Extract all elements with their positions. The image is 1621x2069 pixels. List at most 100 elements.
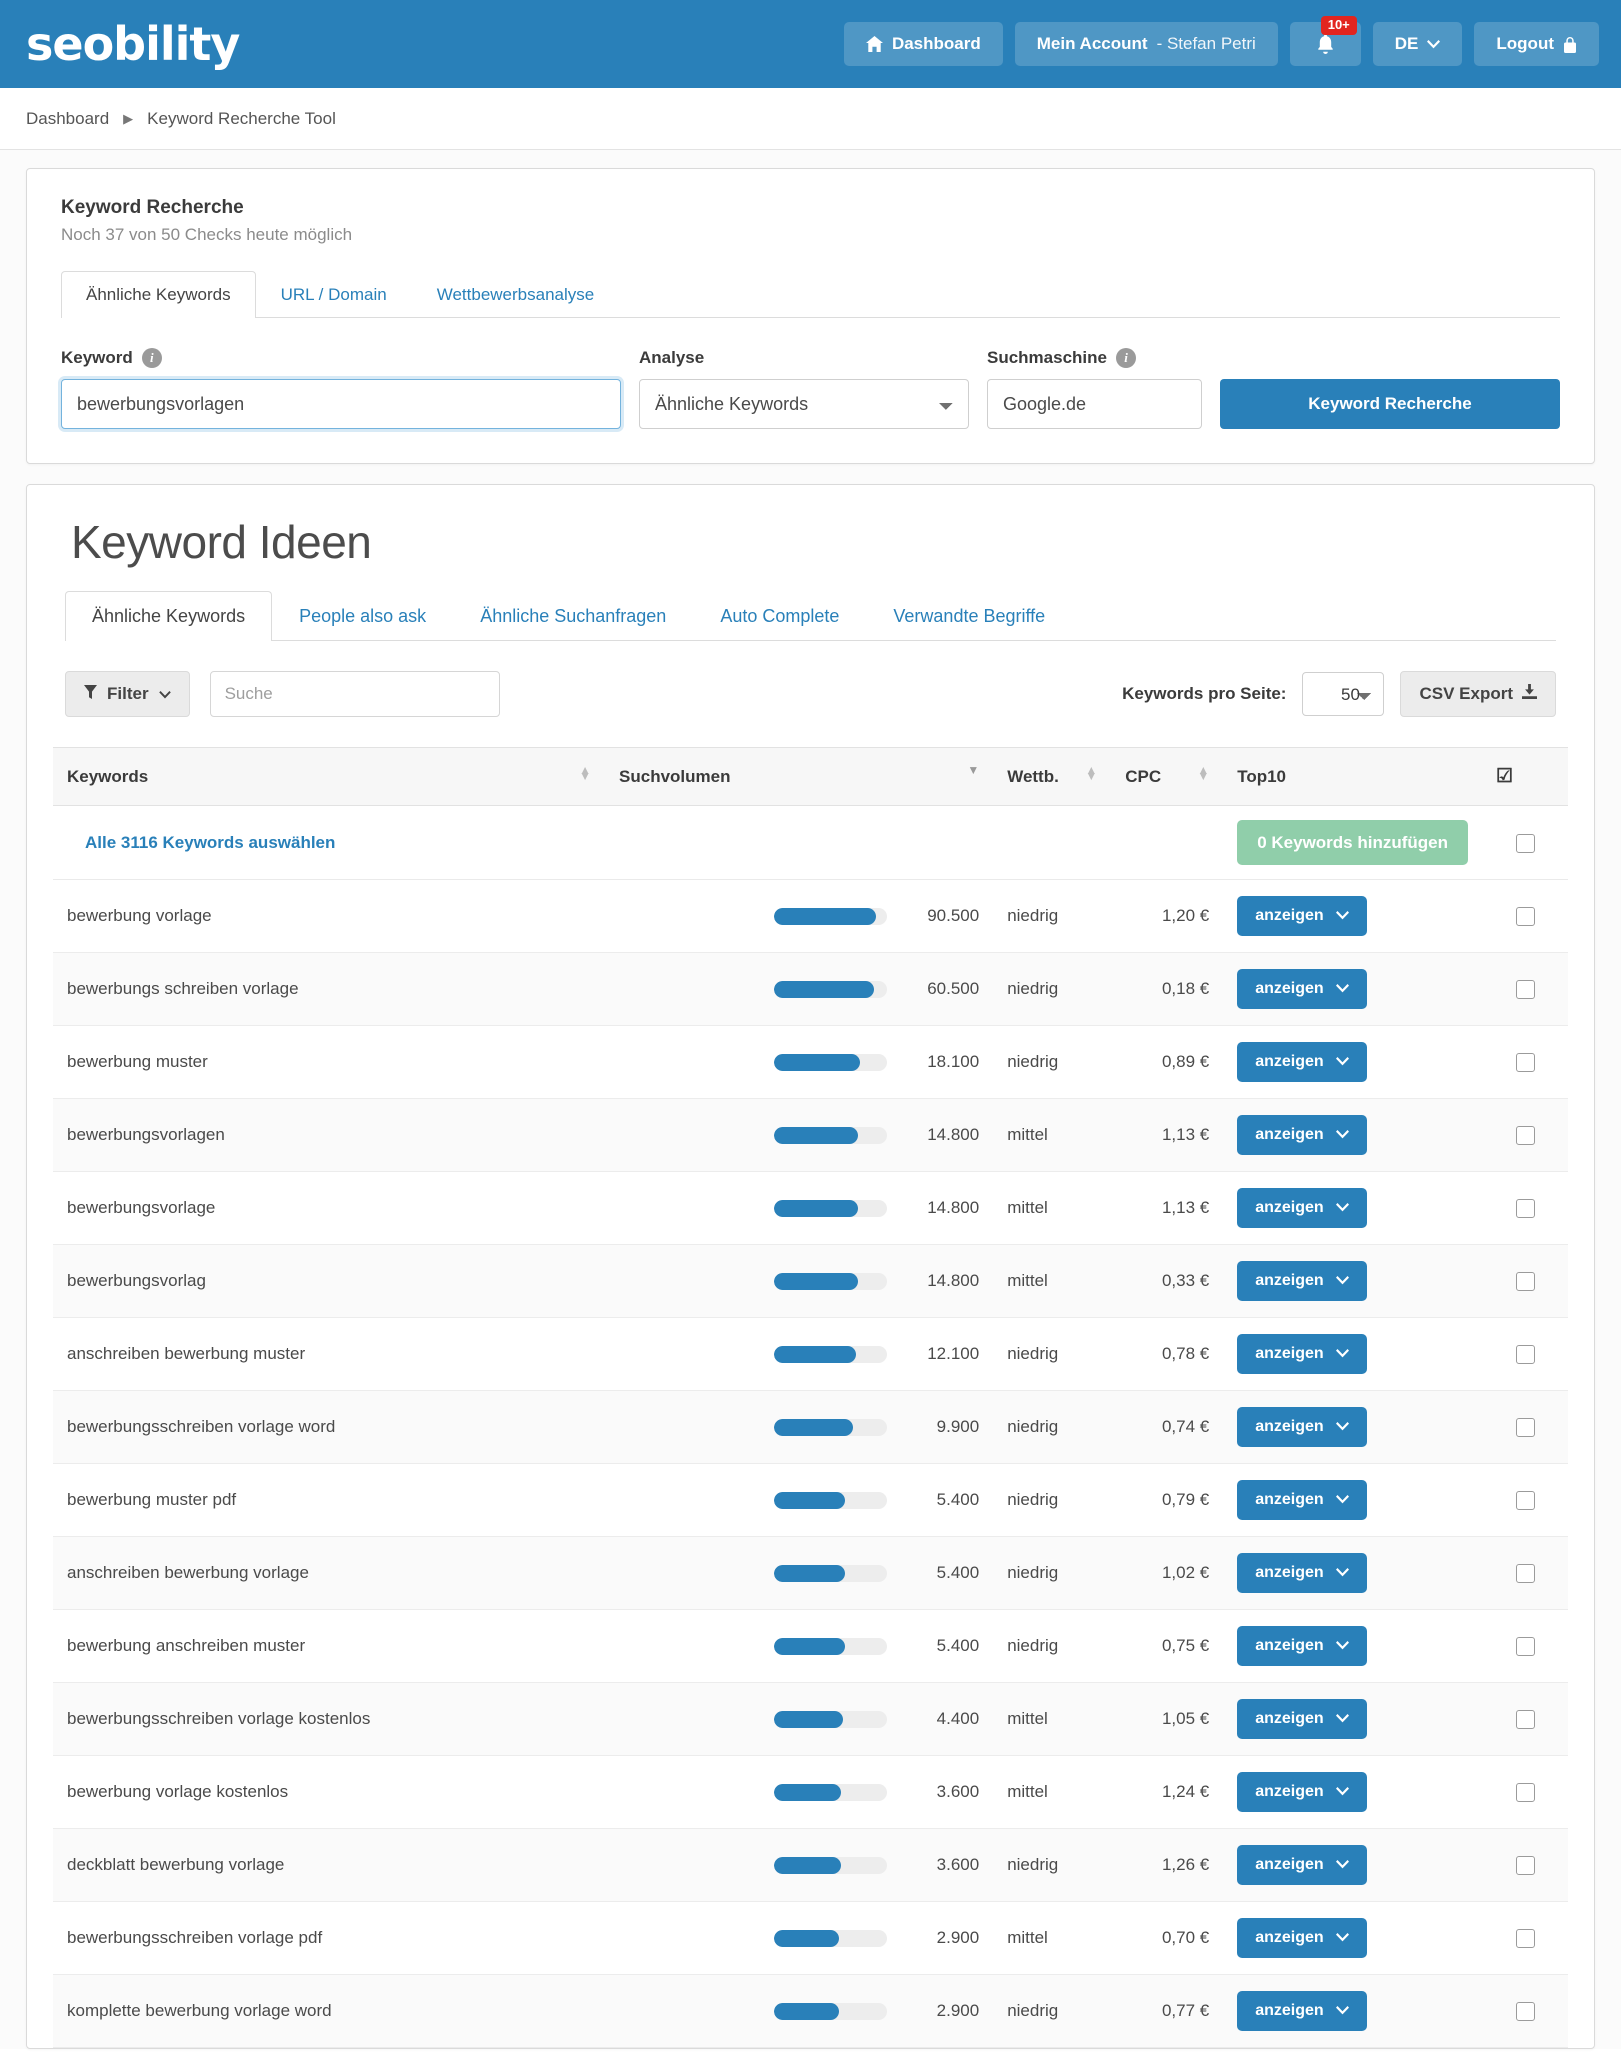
header-actions: Dashboard Mein Account - Stefan Petri 10… (843, 16, 1599, 66)
cell-wettbewerb: mittel (993, 1098, 1112, 1172)
filter-button-label: Filter (107, 684, 149, 703)
checkbox-checked-icon[interactable]: ☑ (1496, 766, 1513, 787)
checkbox-unchecked-icon[interactable] (1515, 1126, 1535, 1145)
checkbox-unchecked-icon[interactable] (1515, 1053, 1535, 1072)
tab-ideas-verwandte-begriffe[interactable]: Verwandte Begriffe (866, 591, 1072, 641)
search-input[interactable] (209, 671, 500, 717)
checkbox-unchecked-icon[interactable] (1515, 1710, 1535, 1729)
analyse-select[interactable]: Ähnliche Keywords (639, 379, 969, 429)
checkbox-unchecked-icon[interactable] (1515, 1929, 1535, 1948)
csv-export-button[interactable]: CSV Export (1400, 671, 1556, 717)
checkbox-unchecked-icon[interactable] (1515, 1637, 1535, 1656)
anzeigen-button[interactable]: anzeigen (1237, 1261, 1367, 1301)
results-toolbar: Filter Keywords pro Seite: 50 CSV Export (53, 671, 1568, 717)
info-icon[interactable]: i (1116, 348, 1136, 368)
language-selector-button[interactable]: DE (1372, 22, 1463, 66)
account-button[interactable]: Mein Account - Stefan Petri (1014, 22, 1278, 66)
column-header-suchvolumen-label: Suchvolumen (619, 766, 731, 786)
checkbox-unchecked-icon[interactable] (1515, 1491, 1535, 1510)
select-all-cell: Alle 3116 Keywords auswählen (53, 805, 1224, 880)
anzeigen-button[interactable]: anzeigen (1237, 1699, 1367, 1739)
checkbox-unchecked-icon[interactable] (1515, 980, 1535, 999)
checkbox-unchecked-icon[interactable] (1515, 833, 1535, 853)
column-header-cpc[interactable]: CPC ▲ ▼ (1111, 747, 1224, 806)
analyse-label: Analyse (639, 348, 705, 367)
chevron-down-icon (1335, 1199, 1349, 1217)
anzeigen-button-label: anzeigen (1255, 1564, 1324, 1581)
chevron-down-icon (1335, 1491, 1349, 1509)
checkbox-unchecked-icon[interactable] (1515, 1272, 1535, 1291)
cell-top10: anzeigen (1223, 1828, 1482, 1902)
account-name-light: - Stefan Petri (1156, 34, 1256, 53)
tab-ideas-aehnliche-suchanfragen[interactable]: Ähnliche Suchanfragen (453, 591, 693, 641)
anzeigen-button[interactable]: anzeigen (1237, 1042, 1367, 1082)
table-row: deckblatt bewerbung vorlage 3.600 niedrig 1… (53, 1828, 1568, 1902)
checkbox-unchecked-icon[interactable] (1515, 1345, 1535, 1364)
checkbox-unchecked-icon[interactable] (1515, 1564, 1535, 1583)
anzeigen-button[interactable]: anzeigen (1237, 1918, 1367, 1958)
suchmaschine-input[interactable] (987, 379, 1202, 429)
anzeigen-button[interactable]: anzeigen (1237, 896, 1367, 936)
table-row: bewerbung muster 18.100 niedrig 0,89 € anzei… (53, 1025, 1568, 1099)
anzeigen-button[interactable]: anzeigen (1237, 1772, 1367, 1812)
column-header-suchvolumen[interactable]: Suchvolumen ▼ (605, 747, 994, 806)
checkbox-unchecked-icon[interactable] (1515, 907, 1535, 926)
volume-cell-content: 3.600 (619, 1855, 979, 1875)
tab-ideas-auto-complete[interactable]: Auto Complete (693, 591, 866, 641)
filter-button[interactable]: Filter (65, 671, 190, 717)
volume-value: 90.500 (927, 906, 980, 925)
anzeigen-button-label: anzeigen (1255, 1856, 1324, 1873)
anzeigen-button[interactable]: anzeigen (1237, 1407, 1367, 1447)
cell-keyword: bewerbung vorlage (53, 879, 606, 953)
keyword-ideas-panel: Keyword Ideen Ähnliche Keywords People a… (26, 484, 1595, 2049)
notifications-button[interactable]: 10+ (1289, 16, 1361, 66)
column-header-wettbewerb[interactable]: Wettb. ▲ ▼ (993, 747, 1112, 806)
seobility-logo[interactable]: seobility (26, 21, 240, 67)
column-header-keywords[interactable]: Keywords ▲ ▼ (53, 747, 606, 806)
tab-url-domain[interactable]: URL / Domain (256, 271, 412, 318)
anzeigen-button[interactable]: anzeigen (1237, 1480, 1367, 1520)
tab-aehnliche-keywords[interactable]: Ähnliche Keywords (61, 271, 256, 318)
cell-cpc: 0,79 € (1111, 1463, 1224, 1537)
anzeigen-button[interactable]: anzeigen (1237, 1115, 1367, 1155)
info-icon[interactable]: i (141, 348, 162, 368)
analyse-label-row: Analyse (639, 348, 969, 368)
volume-cell-content: 2.900 (619, 1928, 979, 1948)
anzeigen-button[interactable]: anzeigen (1237, 969, 1367, 1009)
anzeigen-button[interactable]: anzeigen (1237, 1991, 1367, 2031)
tab-ideas-aehnliche-keywords[interactable]: Ähnliche Keywords (65, 591, 273, 641)
volume-cell-content: 4.400 (619, 1709, 979, 1729)
anzeigen-button[interactable]: anzeigen (1237, 1626, 1367, 1666)
cell-wettbewerb: niedrig (993, 1317, 1112, 1391)
table-row: bewerbung vorlage 90.500 niedrig 1,20 € anze… (53, 879, 1568, 953)
table-row: bewerbung vorlage kostenlos 3.600 mittel 1,… (53, 1755, 1568, 1829)
anzeigen-button[interactable]: anzeigen (1237, 1334, 1367, 1374)
column-header-select-all[interactable]: ☑ (1482, 747, 1568, 806)
checkbox-unchecked-icon[interactable] (1515, 1856, 1535, 1875)
keyword-input[interactable] (61, 379, 621, 429)
tab-ideas-people-also-ask[interactable]: People also ask (272, 591, 453, 641)
cell-suchvolumen: 5.400 (605, 1463, 994, 1537)
select-all-keywords-link[interactable]: Alle 3116 Keywords auswählen (67, 833, 335, 852)
checkbox-unchecked-icon[interactable] (1515, 1783, 1535, 1802)
anzeigen-button[interactable]: anzeigen (1237, 1188, 1367, 1228)
checkbox-unchecked-icon[interactable] (1515, 1199, 1535, 1218)
keywords-per-page-select[interactable]: 50 (1302, 672, 1385, 716)
checkbox-unchecked-icon[interactable] (1515, 2002, 1535, 2021)
anzeigen-button[interactable]: anzeigen (1237, 1845, 1367, 1885)
tab-wettbewerbsanalyse[interactable]: Wettbewerbsanalyse (412, 271, 620, 318)
keyword-label: Keyword (61, 348, 133, 367)
logout-button[interactable]: Logout (1474, 22, 1599, 66)
checkbox-unchecked-icon[interactable] (1515, 1418, 1535, 1437)
chevron-down-icon (1335, 2002, 1349, 2020)
breadcrumb-dashboard[interactable]: Dashboard (26, 109, 109, 129)
table-row: bewerbungsvorlagen 14.800 mittel 1,13 € anze… (53, 1098, 1568, 1172)
volume-cell-content: 14.800 (619, 1271, 979, 1291)
keyword-recherche-submit-button[interactable]: Keyword Recherche (1220, 379, 1560, 429)
cell-select-checkbox (1482, 1901, 1568, 1975)
add-keywords-button[interactable]: 0 Keywords hinzufügen (1237, 820, 1468, 865)
anzeigen-button[interactable]: anzeigen (1237, 1553, 1367, 1593)
cell-top10: anzeigen (1223, 1755, 1482, 1829)
dashboard-button[interactable]: Dashboard (843, 22, 1003, 66)
cell-suchvolumen: 3.600 (605, 1828, 994, 1902)
